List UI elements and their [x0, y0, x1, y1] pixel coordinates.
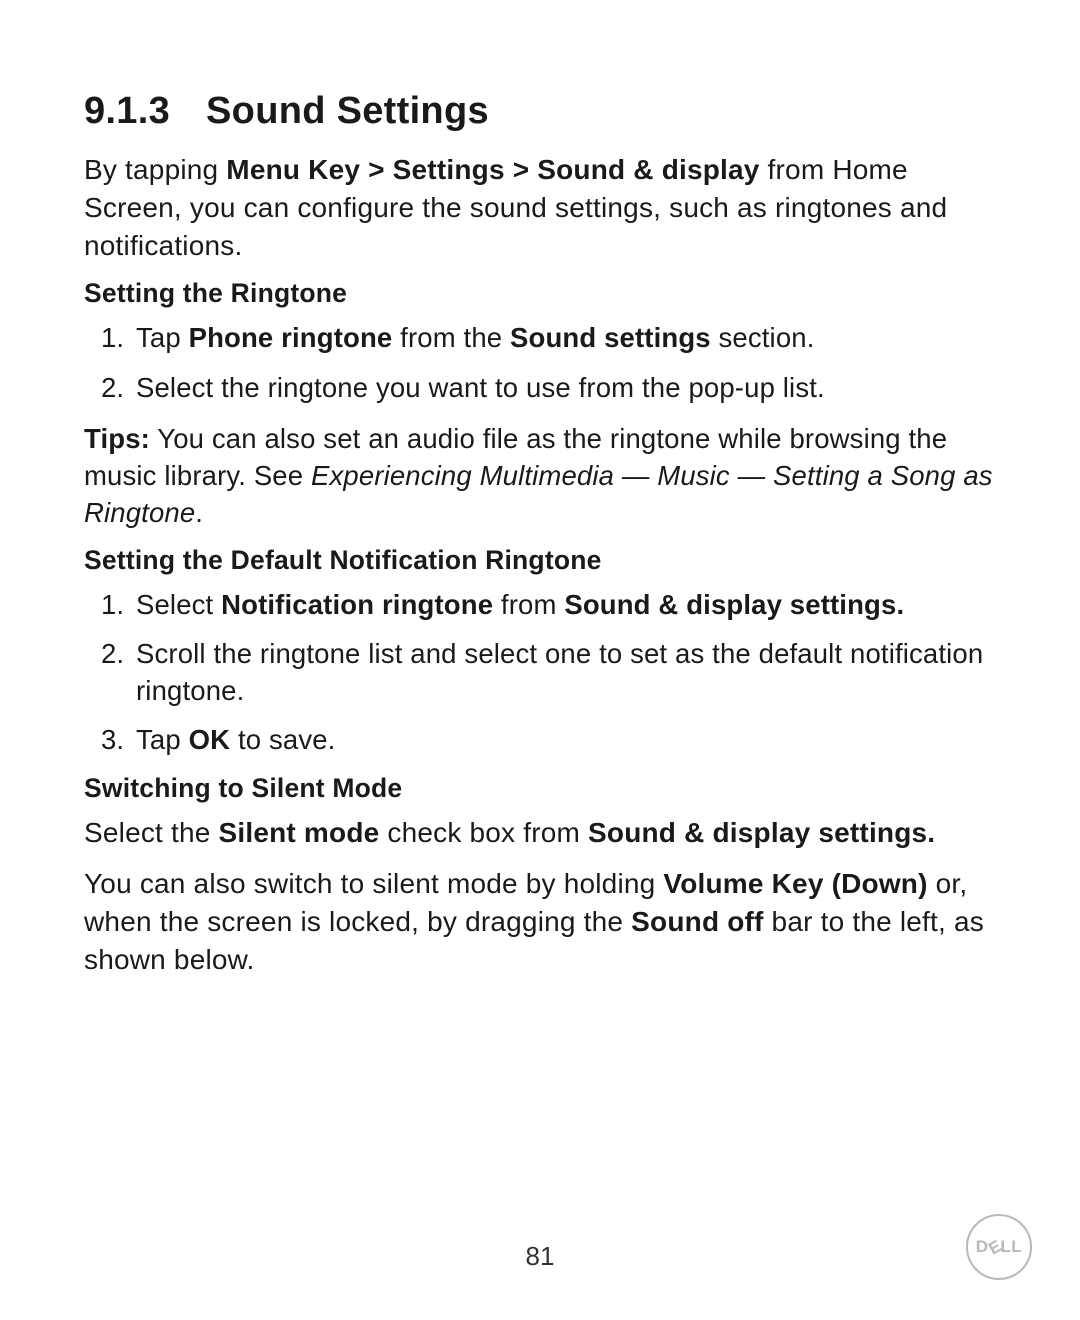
text-run: from [493, 589, 564, 620]
intro-paragraph: By tapping Menu Key > Settings > Sound &… [84, 151, 996, 264]
text-run: from the [392, 322, 510, 353]
text-run: check box from [379, 817, 588, 848]
bold-run: Sound off [631, 906, 763, 937]
text-run: Tap [136, 724, 189, 755]
bold-run: Phone ringtone [189, 322, 393, 353]
text-run: By tapping [84, 154, 226, 185]
text-run: Select the ringtone you want to use from… [136, 372, 825, 403]
page-number: 81 [0, 1241, 1080, 1272]
list-item: Tap OK to save. [132, 721, 996, 758]
text-run: You can also switch to silent mode by ho… [84, 868, 663, 899]
bold-run: Silent mode [219, 817, 380, 848]
dell-logo-circle: DELL [966, 1214, 1032, 1280]
bold-run: Sound & display settings. [564, 589, 904, 620]
section-number: 9.1.3 [84, 90, 170, 133]
tips-label: Tips: [84, 423, 150, 454]
ringtone-steps: Tap Phone ringtone from the Sound settin… [84, 319, 996, 405]
silent-paragraph-2: You can also switch to silent mode by ho… [84, 865, 996, 978]
text-run: Select [136, 589, 221, 620]
notification-steps: Select Notification ringtone from Sound … [84, 586, 996, 759]
silent-paragraph-1: Select the Silent mode check box from So… [84, 814, 996, 852]
bold-run: Sound & display settings. [588, 817, 935, 848]
text-run: to save. [230, 724, 335, 755]
text-run: Select the [84, 817, 219, 848]
bold-run: Menu Key > Settings > Sound & display [226, 154, 759, 185]
text-run: Tap [136, 322, 189, 353]
text-run: Scroll the ringtone list and select one … [136, 638, 983, 706]
subsection-heading-ringtone: Setting the Ringtone [84, 278, 996, 309]
bold-run: OK [189, 724, 231, 755]
list-item: Select Notification ringtone from Sound … [132, 586, 996, 623]
subsection-heading-notification: Setting the Default Notification Rington… [84, 545, 996, 576]
text-run: section. [711, 322, 815, 353]
tips-paragraph: Tips: You can also set an audio file as … [84, 420, 996, 531]
bold-run: Notification ringtone [221, 589, 493, 620]
section-title: Sound Settings [206, 90, 489, 133]
document-page: 9.1.3 Sound Settings By tapping Menu Key… [0, 0, 1080, 1320]
text-run: . [195, 497, 203, 528]
bold-run: Sound settings [510, 322, 711, 353]
list-item: Select the ringtone you want to use from… [132, 369, 996, 406]
section-heading: 9.1.3 Sound Settings [84, 90, 996, 133]
subsection-heading-silent: Switching to Silent Mode [84, 773, 996, 804]
list-item: Scroll the ringtone list and select one … [132, 635, 996, 709]
bold-run: Volume Key (Down) [663, 868, 927, 899]
list-item: Tap Phone ringtone from the Sound settin… [132, 319, 996, 356]
dell-logo-icon: DELL [966, 1214, 1032, 1280]
